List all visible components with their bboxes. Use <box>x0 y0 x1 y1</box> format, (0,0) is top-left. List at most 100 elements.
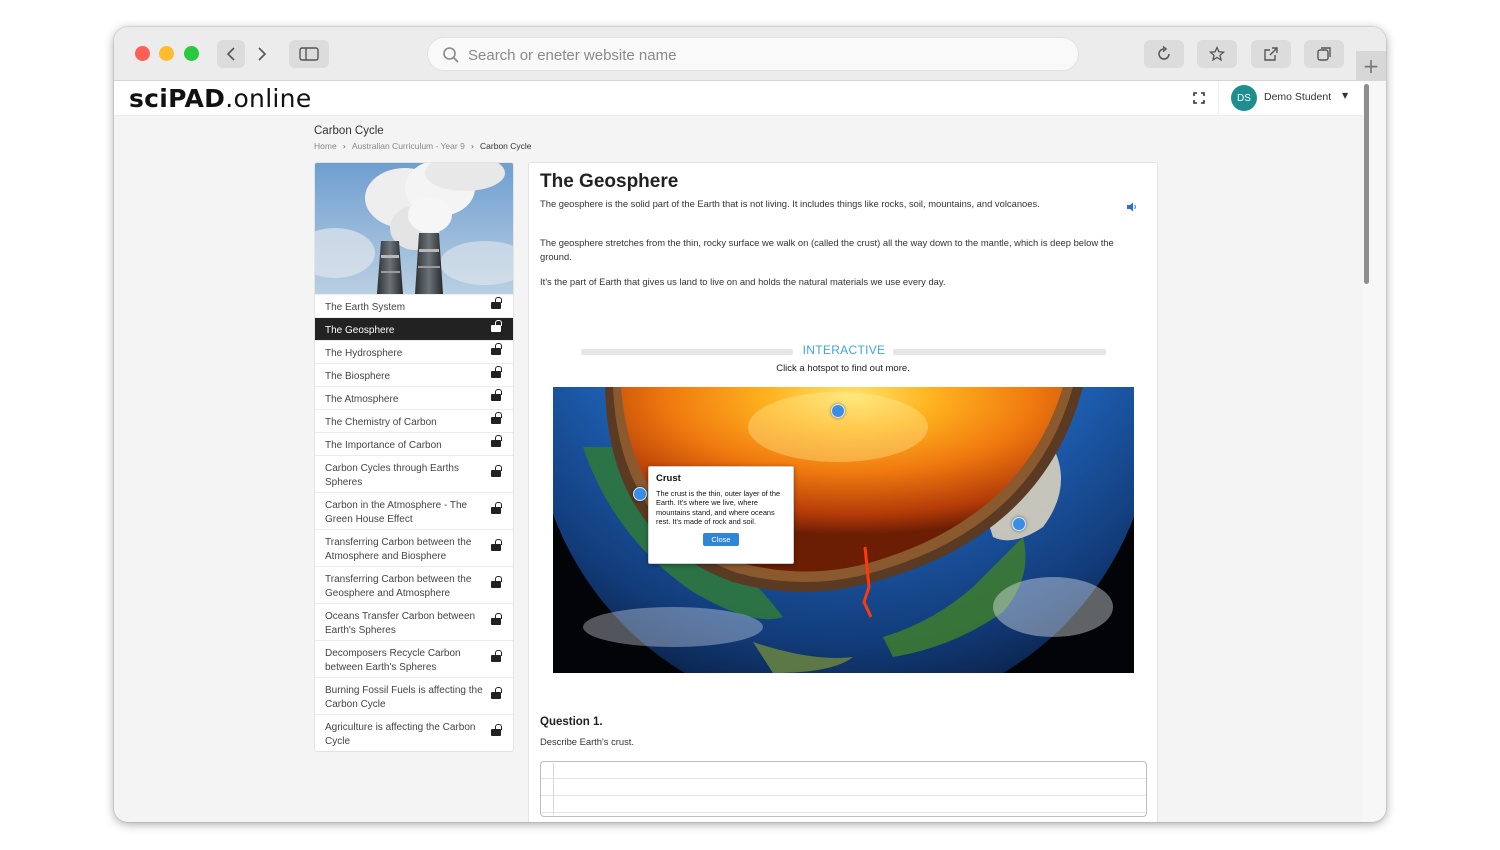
menu-item-atmosphere-biosphere[interactable]: Transferring Carbon between the Atmosphe… <box>315 529 513 566</box>
tabs-overview-button[interactable] <box>1304 40 1344 68</box>
breadcrumb-separator-icon: › <box>470 141 475 151</box>
breadcrumb-curriculum[interactable]: Australian Curriculum - Year 9 <box>352 141 465 151</box>
lesson-content: The Geosphere The geosphere is the solid… <box>528 162 1158 822</box>
back-button[interactable] <box>217 40 245 68</box>
lock-icon <box>491 389 502 401</box>
browser-window: + sciPAD.online DS Demo Student ▼ Carbon… <box>114 27 1386 822</box>
interactive-instruction: Click a hotspot to find out more. <box>776 363 910 374</box>
logo-light-text: .online <box>225 84 312 113</box>
menu-item-atmosphere[interactable]: The Atmosphere <box>315 386 513 409</box>
menu-item-geosphere[interactable]: The Geosphere <box>315 317 513 340</box>
hotspot-crust[interactable] <box>633 487 647 501</box>
lock-icon <box>491 465 502 477</box>
address-input[interactable] <box>468 44 1048 66</box>
smokestacks-image <box>315 163 513 294</box>
lock-icon <box>491 650 502 662</box>
menu-item-label: Carbon in the Atmosphere - The Green Hou… <box>325 500 468 525</box>
menu-item-decomposers[interactable]: Decomposers Recycle Carbon between Earth… <box>315 640 513 677</box>
scipad-logo[interactable]: sciPAD.online <box>129 84 312 113</box>
divider-line <box>581 349 793 355</box>
lock-icon <box>491 539 502 551</box>
back-icon <box>226 47 235 61</box>
lock-icon <box>491 297 502 309</box>
menu-item-agriculture[interactable]: Agriculture is affecting the Carbon Cycl… <box>315 714 513 751</box>
hotspot-core[interactable] <box>831 404 845 418</box>
menu-item-fossil-fuels[interactable]: Burning Fossil Fuels is affecting the Ca… <box>315 677 513 714</box>
forward-icon <box>258 47 267 61</box>
page-title: Carbon Cycle <box>314 125 384 137</box>
menu-item-label: Transferring Carbon between the Geospher… <box>325 574 472 599</box>
close-window-button[interactable] <box>135 46 150 61</box>
breadcrumb-current: Carbon Cycle <box>480 141 532 151</box>
page-body: Carbon Cycle Home › Australian Curriculu… <box>114 116 1363 822</box>
lesson-menu: The Earth System The Geosphere The Hydro… <box>314 162 514 752</box>
answer-input[interactable] <box>540 761 1147 817</box>
maximize-window-button[interactable] <box>184 46 199 61</box>
menu-item-label: The Importance of Carbon <box>325 440 442 451</box>
breadcrumb-separator-icon: › <box>342 141 346 151</box>
menu-item-label: The Atmosphere <box>325 394 399 405</box>
close-button[interactable]: Close <box>703 532 739 546</box>
paragraph: The geosphere stretches from the thin, r… <box>540 237 1114 262</box>
speaker-icon[interactable] <box>1126 201 1138 213</box>
menu-item-geosphere-atmosphere[interactable]: Transferring Carbon between the Geospher… <box>315 566 513 603</box>
app-header: sciPAD.online DS Demo Student ▼ <box>114 81 1363 116</box>
lock-icon <box>491 724 502 736</box>
menu-item-earth-system[interactable]: The Earth System <box>315 294 513 317</box>
question-text: Describe Earth's crust. <box>540 736 635 747</box>
menu-item-hydrosphere[interactable]: The Hydrosphere <box>315 340 513 363</box>
lock-icon <box>491 502 502 514</box>
lesson-title: The Geosphere <box>540 171 679 192</box>
question-title: Question 1. <box>540 716 603 728</box>
paragraph: The geosphere is the solid part of the E… <box>540 198 1040 209</box>
menu-item-label: The Hydrosphere <box>325 348 403 359</box>
sidebar-toggle-button[interactable] <box>289 40 329 68</box>
menu-item-label: Carbon Cycles through Earths Spheres <box>325 463 459 488</box>
lock-icon <box>491 320 502 332</box>
lock-icon <box>491 366 502 378</box>
lock-icon <box>491 412 502 424</box>
tabs-icon <box>1317 47 1331 61</box>
menu-item-label: The Earth System <box>325 302 406 313</box>
menu-item-carbon-cycles[interactable]: Carbon Cycles through Earths Spheres <box>315 455 513 492</box>
avatar[interactable]: DS <box>1231 85 1257 111</box>
lock-icon <box>491 687 502 699</box>
fullscreen-icon[interactable] <box>1192 91 1206 105</box>
earth-cross-section-image: Crust The crust is the thin, outer layer… <box>553 387 1134 673</box>
search-icon <box>443 47 459 63</box>
answer-margin-line <box>553 763 554 815</box>
forward-button[interactable] <box>248 40 276 68</box>
breadcrumb-home[interactable]: Home <box>314 141 337 151</box>
reload-icon <box>1158 46 1170 60</box>
hotspot-popup: Crust The crust is the thin, outer layer… <box>648 466 794 564</box>
sidebar-icon <box>299 47 319 61</box>
hotspot-mantle[interactable] <box>1012 517 1026 531</box>
menu-item-chemistry-of-carbon[interactable]: The Chemistry of Carbon <box>315 409 513 432</box>
reload-button[interactable] <box>1144 40 1184 68</box>
chevron-down-icon[interactable]: ▼ <box>1342 91 1348 100</box>
user-name[interactable]: Demo Student <box>1264 91 1331 103</box>
menu-item-greenhouse-effect[interactable]: Carbon in the Atmosphere - The Green Hou… <box>315 492 513 529</box>
browser-toolbar <box>114 27 1386 81</box>
lock-icon <box>491 576 502 588</box>
address-bar[interactable] <box>427 37 1079 71</box>
share-icon <box>1264 47 1278 61</box>
paragraph: It's the part of Earth that gives us lan… <box>540 276 946 287</box>
scrollbar-thumb[interactable] <box>1364 84 1369 284</box>
bookmark-button[interactable] <box>1197 40 1237 68</box>
share-button[interactable] <box>1251 40 1291 68</box>
lock-icon <box>491 343 502 355</box>
menu-item-label: Burning Fossil Fuels is affecting the Ca… <box>325 685 483 710</box>
new-tab-button[interactable]: + <box>1356 51 1386 81</box>
minimize-window-button[interactable] <box>159 46 174 61</box>
menu-item-biosphere[interactable]: The Biosphere <box>315 363 513 386</box>
divider-line <box>893 349 1106 355</box>
menu-item-importance-of-carbon[interactable]: The Importance of Carbon <box>315 432 513 455</box>
interactive-label: INTERACTIVE <box>802 343 886 357</box>
header-divider <box>1218 81 1219 116</box>
lock-icon <box>491 613 502 625</box>
breadcrumb: Home › Australian Curriculum - Year 9 › … <box>314 141 532 151</box>
menu-item-label: Transferring Carbon between the Atmosphe… <box>325 537 472 562</box>
popup-text: The crust is the thin, outer layer of th… <box>656 489 781 527</box>
menu-item-oceans[interactable]: Oceans Transfer Carbon between Earth's S… <box>315 603 513 640</box>
